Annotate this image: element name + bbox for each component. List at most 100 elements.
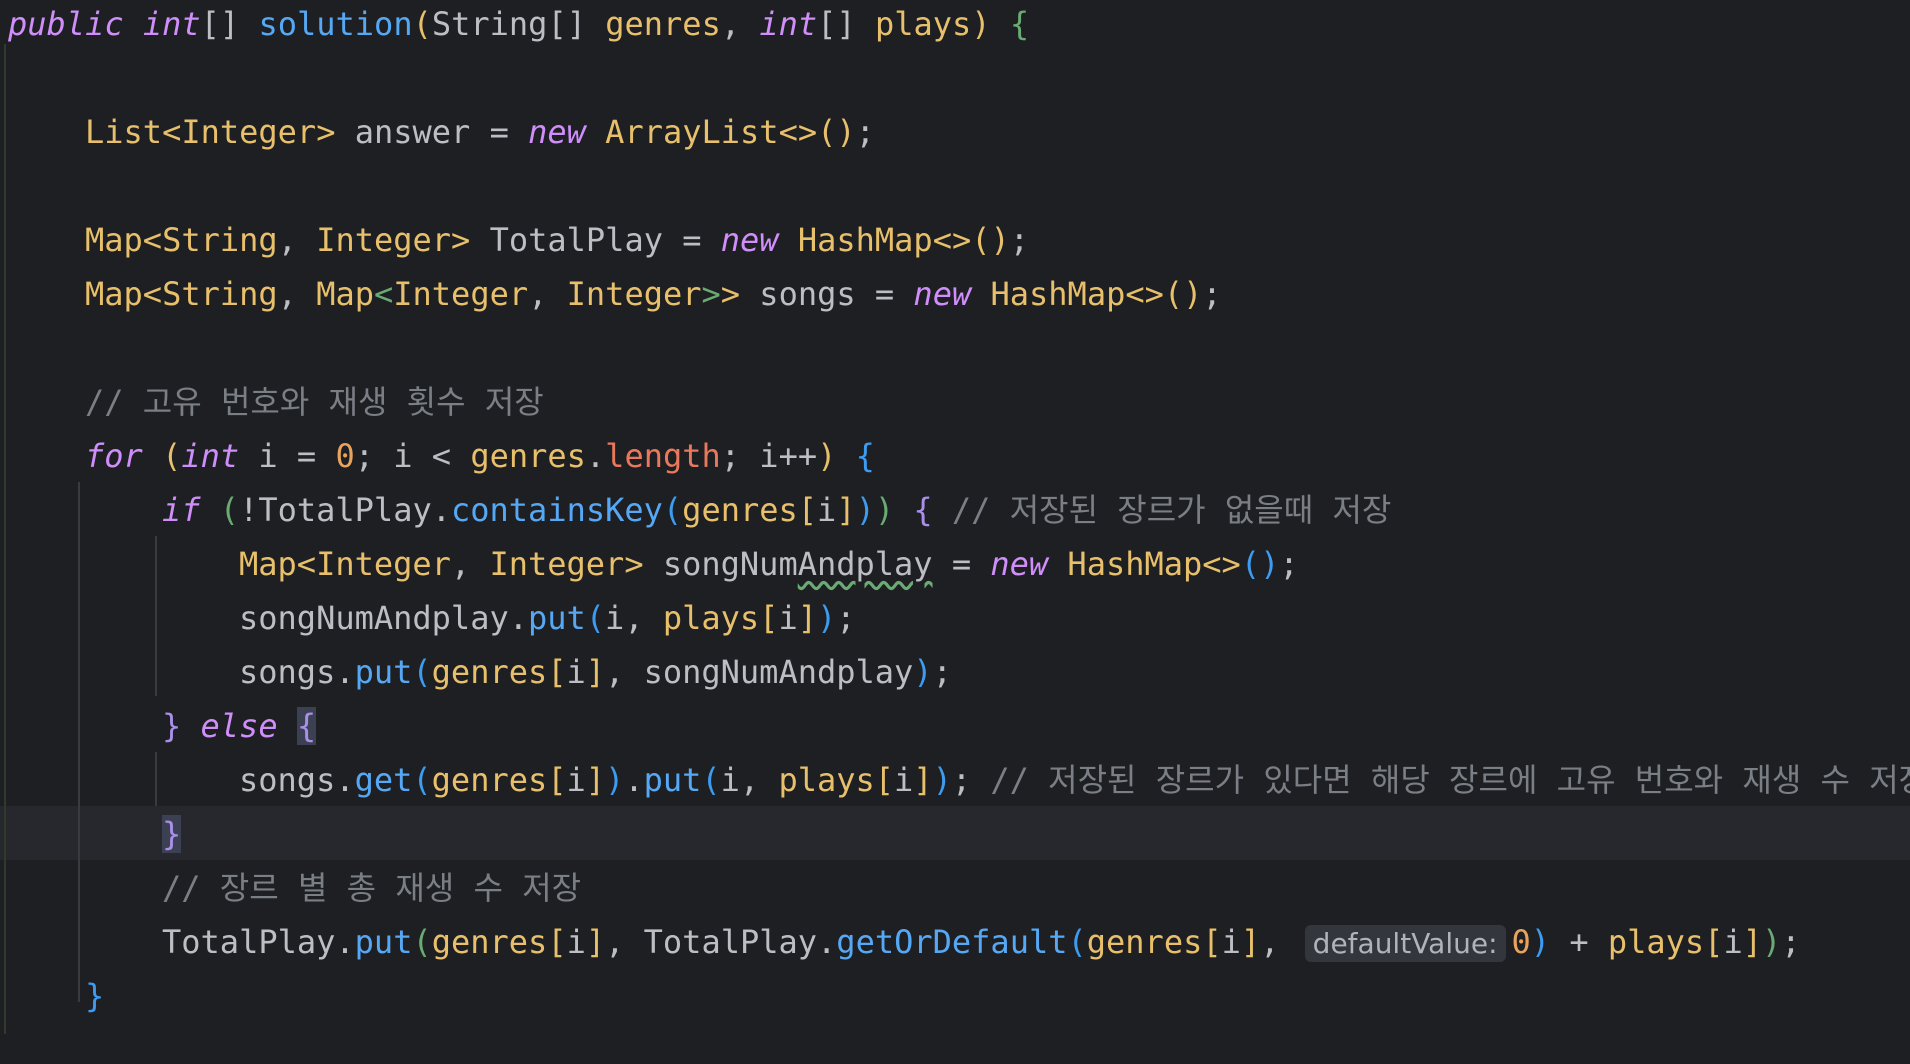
code-token: (: [701, 761, 721, 799]
code-token: <: [373, 275, 394, 313]
code-comment: // 고유 번호와 재생 횟수 저장: [85, 383, 544, 421]
code-token: put: [643, 761, 702, 799]
code-token: new: [720, 221, 779, 259]
code-line[interactable]: }: [162, 812, 182, 856]
code-token: ;: [855, 113, 875, 151]
code-token: songs =: [740, 275, 914, 313]
code-token: ;: [1202, 275, 1222, 313]
code-token: songNum: [643, 545, 798, 583]
code-token: ,: [277, 275, 317, 313]
code-line[interactable]: TotalPlay.put(genres[i], TotalPlay.getOr…: [162, 920, 1801, 964]
code-line[interactable]: // 장르 별 총 재생 수 저장: [162, 866, 581, 910]
code-line[interactable]: Map<String, Integer> TotalPlay = new Has…: [85, 218, 1029, 262]
code-token: (: [1067, 923, 1087, 961]
code-token: ;: [1009, 221, 1030, 259]
code-token: [: [547, 761, 567, 799]
code-token: new: [913, 275, 972, 313]
code-line[interactable]: // 고유 번호와 재생 횟수 저장: [85, 380, 544, 424]
code-token: ): [817, 437, 856, 475]
code-token: new: [528, 113, 586, 151]
code-token: genres: [1086, 923, 1203, 961]
code-token: =: [932, 545, 991, 583]
code-comment: // 장르 별 총 재생 수 저장: [162, 869, 582, 907]
indent-guide-for: [78, 482, 80, 1002]
indent-guide-if: [155, 536, 157, 696]
code-token: ]: [585, 923, 606, 961]
code-token: (: [662, 491, 683, 529]
code-token: ]: [913, 761, 933, 799]
code-line[interactable]: public int[] solution(String[] genres, i…: [8, 2, 1029, 46]
code-token: {: [1009, 5, 1030, 43]
current-line-highlight: [0, 806, 1910, 860]
code-token: , songNumAndplay: [605, 653, 914, 691]
code-token: [: [797, 491, 818, 529]
code-token: length: [605, 437, 721, 475]
code-token: ]: [836, 491, 856, 529]
code-token: ; i <: [354, 437, 471, 475]
code-line[interactable]: } else {: [162, 704, 317, 748]
code-token: 0: [1511, 923, 1531, 961]
code-token: Map<String: [85, 275, 278, 313]
code-line[interactable]: songs.put(genres[i], songNumAndplay);: [239, 650, 952, 694]
code-token: HashMap<>: [1067, 545, 1241, 583]
code-token: i: [817, 491, 837, 529]
code-token: (: [412, 5, 432, 43]
code-token: }: [162, 815, 182, 853]
code-token: int: [181, 437, 240, 475]
code-token: ): [913, 653, 933, 691]
code-token: Map<String: [85, 221, 278, 259]
code-token: Integer: [566, 275, 702, 313]
code-line[interactable]: Map<String, Map<Integer, Integer>> songs…: [85, 272, 1222, 316]
code-line[interactable]: }: [85, 974, 104, 1018]
code-token: ]: [1742, 923, 1762, 961]
code-token: ; i++: [720, 437, 818, 475]
code-token: ): [1761, 923, 1782, 961]
code-token: TotalPlay =: [470, 221, 721, 259]
code-token: ]: [585, 653, 606, 691]
code-editor[interactable]: public int[] solution(String[] genres, i…: [0, 0, 1910, 1064]
code-token: [: [759, 599, 779, 637]
code-token: >: [701, 275, 721, 313]
code-token: ]: [1240, 923, 1261, 961]
code-token: ,: [450, 545, 490, 583]
code-line[interactable]: songs.get(genres[i]).put(i, plays[i]); /…: [239, 758, 1910, 802]
code-token: ,: [720, 5, 760, 43]
code-line[interactable]: if (!TotalPlay.containsKey(genres[i])) {…: [162, 488, 1391, 532]
code-token: ArrayList<>(): [605, 113, 856, 151]
code-token: genres: [431, 761, 548, 799]
code-token: >: [720, 275, 741, 313]
code-comment: // 저장된 장르가 있다면 해당 장르에 고유 번호와 재생 수 저장: [990, 761, 1910, 799]
code-token: (: [412, 761, 432, 799]
code-token: {: [855, 437, 875, 475]
code-token: i: [1221, 923, 1241, 961]
code-line[interactable]: for (int i = 0; i < genres.length; i++) …: [85, 434, 875, 478]
code-token: ]: [797, 599, 817, 637]
gutter-change-marker: [4, 44, 6, 1034]
code-token: Integer>: [316, 221, 471, 259]
code-token: plays: [778, 761, 875, 799]
code-line[interactable]: songNumAndplay.put(i, plays[i]);: [239, 596, 856, 640]
code-line[interactable]: List<Integer> answer = new ArrayList<>()…: [85, 110, 875, 154]
code-token: ,: [528, 275, 567, 313]
code-token: i: [566, 761, 586, 799]
code-token: i,: [605, 599, 663, 637]
code-token: getOrDefault: [836, 923, 1068, 961]
code-token: else: [200, 707, 278, 745]
code-token: genres: [682, 491, 798, 529]
code-token: (: [412, 653, 432, 691]
code-line[interactable]: Map<Integer, Integer> songNumAndplay = n…: [239, 542, 1299, 586]
code-token: ;: [932, 653, 952, 691]
code-token: [: [547, 653, 567, 691]
code-token: songs.: [239, 653, 355, 691]
code-token: []: [817, 5, 875, 43]
code-token: public: [8, 5, 124, 43]
code-token: Map: [316, 275, 374, 313]
code-token: {: [296, 707, 317, 745]
